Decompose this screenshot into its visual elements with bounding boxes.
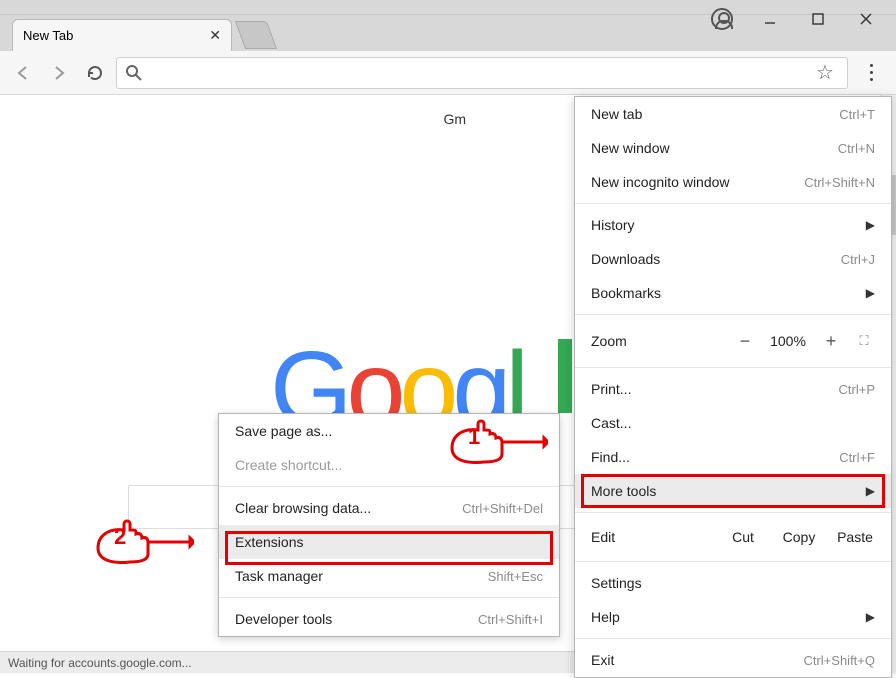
annotation-frame-2 [225,531,553,565]
submenu-sep [219,486,559,487]
annotation-frame-1 [581,474,885,508]
address-bar[interactable]: ☆ [116,57,848,89]
tab-title: New Tab [23,28,73,43]
menu-new-incognito[interactable]: New incognito windowCtrl+Shift+N [575,165,891,199]
main-menu: New tabCtrl+T New windowCtrl+N New incog… [574,96,892,678]
avatar-icon [711,8,733,30]
menu-sep [575,512,891,513]
close-window-button[interactable] [842,2,890,36]
menu-sep [575,638,891,639]
menu-settings[interactable]: Settings [575,566,891,600]
menu-print[interactable]: Print...Ctrl+P [575,372,891,406]
forward-arrow-icon [50,64,68,82]
reload-button[interactable] [80,58,110,88]
tab-close-icon[interactable]: ✕ [209,27,221,44]
zoom-in-button[interactable]: + [815,331,847,352]
window-buttons [698,2,890,36]
zoom-out-button[interactable]: − [729,331,761,352]
menu-sep [575,314,891,315]
toolbar: ☆ [0,51,896,95]
menu-help[interactable]: Help▶ [575,600,891,634]
reload-icon [86,64,104,82]
submenu-sep [219,597,559,598]
submenu-arrow-icon: ▶ [866,610,875,624]
menu-sep [575,367,891,368]
submenu-arrow-icon: ▶ [866,286,875,300]
status-text: Waiting for accounts.google.com... [8,656,192,670]
menu-more-tools[interactable]: More tools▶ [575,474,891,508]
search-icon [125,64,143,82]
menu-sep [575,203,891,204]
submenu-arrow-icon: ▶ [866,218,875,232]
profile-avatar[interactable] [698,2,746,36]
bookmark-star-icon[interactable]: ☆ [813,60,837,85]
main-menu-button[interactable] [854,58,888,88]
back-button[interactable] [8,58,38,88]
logo-l-bar [558,339,572,413]
menu-sep [575,561,891,562]
pointer-hand-icon [94,518,194,564]
annotation-pointer-1: 1 [448,418,548,464]
menu-new-window[interactable]: New windowCtrl+N [575,131,891,165]
annotation-pointer-2: 2 [94,518,194,564]
menu-cast[interactable]: Cast... [575,406,891,440]
edit-paste-button[interactable]: Paste [827,529,883,545]
menu-zoom-row: Zoom − 100% + ⛶ [575,319,891,363]
menu-downloads[interactable]: DownloadsCtrl+J [575,242,891,276]
maximize-button[interactable] [794,2,842,36]
menu-find[interactable]: Find...Ctrl+F [575,440,891,474]
edit-copy-button[interactable]: Copy [771,529,827,545]
menu-exit[interactable]: ExitCtrl+Shift+Q [575,643,891,677]
new-tab-button[interactable] [235,21,277,49]
edit-cut-button[interactable]: Cut [715,529,771,545]
submenu-clear-data[interactable]: Clear browsing data...Ctrl+Shift+Del [219,491,559,525]
fullscreen-icon[interactable]: ⛶ [847,333,883,349]
back-arrow-icon [14,64,32,82]
submenu-dev-tools[interactable]: Developer toolsCtrl+Shift+I [219,602,559,636]
menu-dots-icon [870,64,873,67]
menu-history[interactable]: History▶ [575,208,891,242]
menu-new-tab[interactable]: New tabCtrl+T [575,97,891,131]
gmail-link[interactable]: Gm [443,111,466,127]
menu-bookmarks[interactable]: Bookmarks▶ [575,276,891,310]
menu-edit-row: Edit Cut Copy Paste [575,517,891,557]
pointer-hand-icon [448,418,548,464]
forward-button[interactable] [44,58,74,88]
zoom-value: 100% [761,333,815,349]
minimize-button[interactable] [746,2,794,36]
tab-new-tab[interactable]: New Tab ✕ [12,19,232,51]
